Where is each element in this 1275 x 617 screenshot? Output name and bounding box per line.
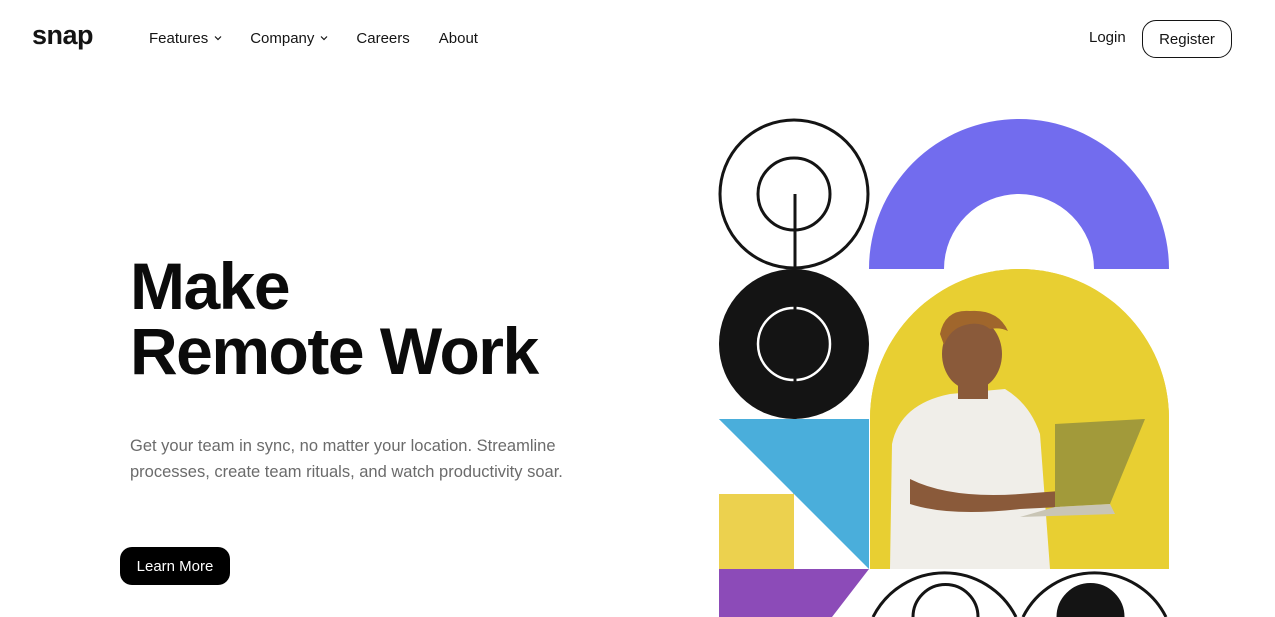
hero-photo <box>870 269 1169 569</box>
login-link[interactable]: Login <box>1089 29 1126 46</box>
yellow-square-shape <box>719 494 794 569</box>
nav-item-features[interactable]: Features <box>149 29 222 47</box>
nav-item-label: Company <box>250 29 315 47</box>
learn-more-button[interactable]: Learn More <box>120 547 230 585</box>
logo[interactable]: snap <box>32 20 94 51</box>
violet-shape <box>719 569 869 617</box>
purple-arch-shape <box>869 119 1169 269</box>
bottom-circles <box>871 571 1168 617</box>
hero-title-line-2: Remote Work <box>130 314 539 388</box>
nav-item-about[interactable]: About <box>439 29 478 47</box>
nav-item-careers[interactable]: Careers <box>356 29 409 47</box>
hero-description: Get your team in sync, no matter your lo… <box>130 437 563 481</box>
nav-item-label: About <box>438 29 478 47</box>
register-button[interactable]: Register <box>1142 20 1232 58</box>
site-header: snap Features Company Careers About Logi… <box>0 0 1275 76</box>
main-nav: Features Company Careers About <box>149 29 507 47</box>
person-shirt <box>890 389 1050 569</box>
hero-title-line-1: Make <box>130 249 291 323</box>
hero-title: Make Remote Work <box>130 249 650 388</box>
nav-item-label: Features <box>149 29 209 47</box>
chevron-down-icon <box>214 35 222 42</box>
nav-item-label: Careers <box>356 29 410 47</box>
chevron-down-icon <box>320 35 328 42</box>
nav-item-company[interactable]: Company <box>250 29 328 47</box>
